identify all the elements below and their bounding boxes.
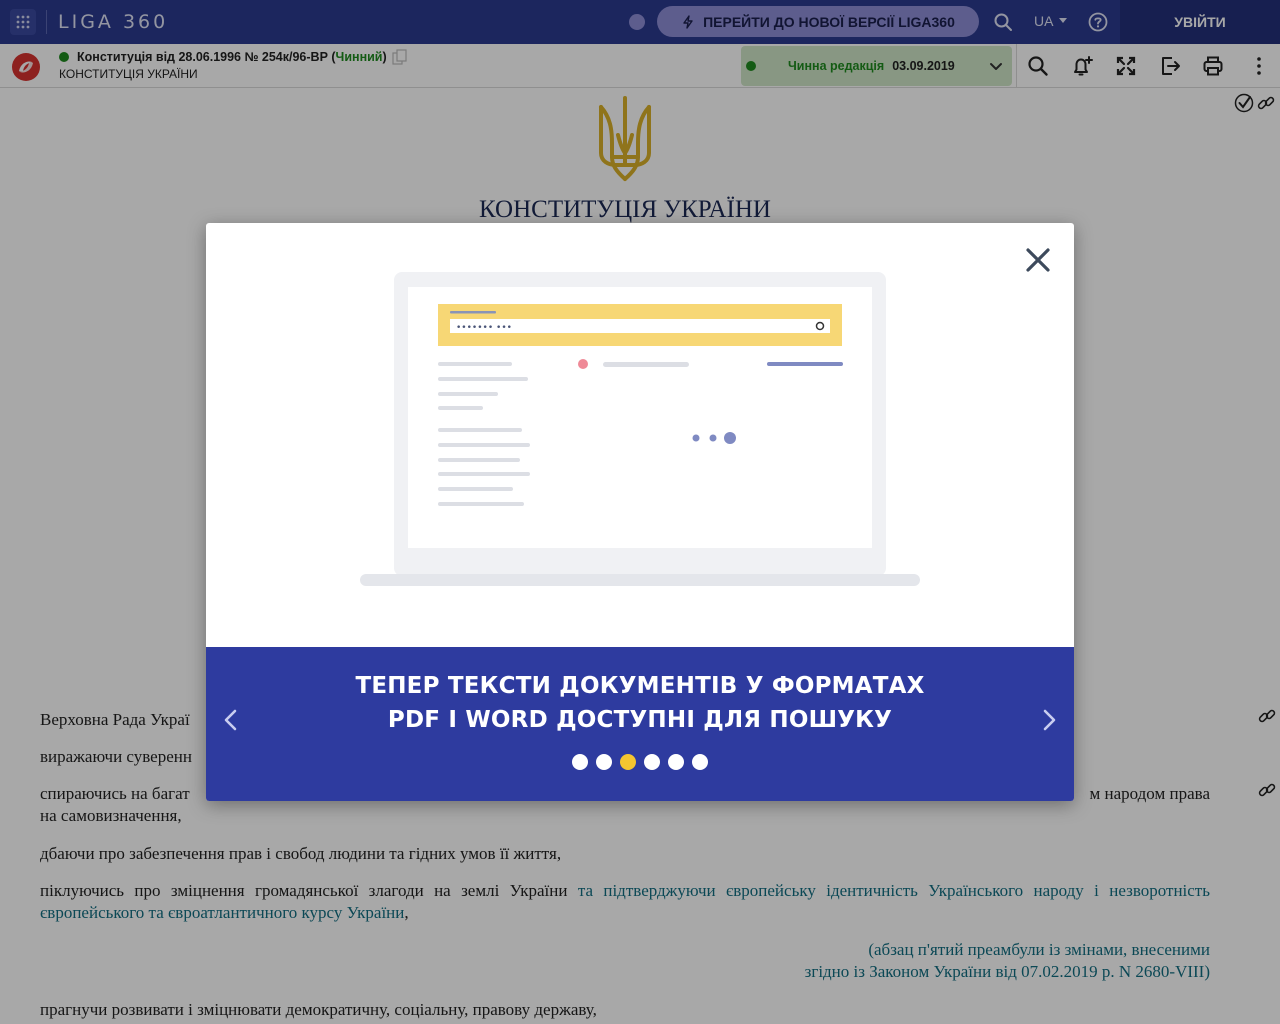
slide-dot[interactable] bbox=[668, 754, 684, 770]
modal-banner: ТЕПЕР ТЕКСТИ ДОКУМЕНТІВ У ФОРМАТАХ PDF І… bbox=[206, 647, 1074, 801]
modal-title-line: ТЕПЕР ТЕКСТИ ДОКУМЕНТІВ У ФОРМАТАХ bbox=[355, 673, 925, 699]
chevron-left-icon[interactable] bbox=[220, 705, 242, 735]
modal-title: ТЕПЕР ТЕКСТИ ДОКУМЕНТІВ У ФОРМАТАХ PDF І… bbox=[206, 669, 1074, 737]
slide-dot[interactable] bbox=[620, 754, 636, 770]
slide-dot[interactable] bbox=[692, 754, 708, 770]
slide-pagination bbox=[206, 754, 1074, 770]
slide-dot[interactable] bbox=[644, 754, 660, 770]
laptop-search-illustration: ••••••• ••• bbox=[360, 272, 920, 586]
slide-dot[interactable] bbox=[596, 754, 612, 770]
search-mock-text: ••••••• ••• bbox=[456, 323, 512, 333]
chevron-right-icon[interactable] bbox=[1038, 705, 1060, 735]
feature-announcement-modal: ••••••• ••• ТЕПЕР ТЕКСТИ ДОКУМЕНТІВ У ФО… bbox=[206, 223, 1074, 801]
modal-title-line: PDF І WORD ДОСТУПНІ ДЛЯ ПОШУКУ bbox=[387, 707, 893, 733]
close-icon[interactable] bbox=[1023, 245, 1053, 275]
slide-dot[interactable] bbox=[572, 754, 588, 770]
